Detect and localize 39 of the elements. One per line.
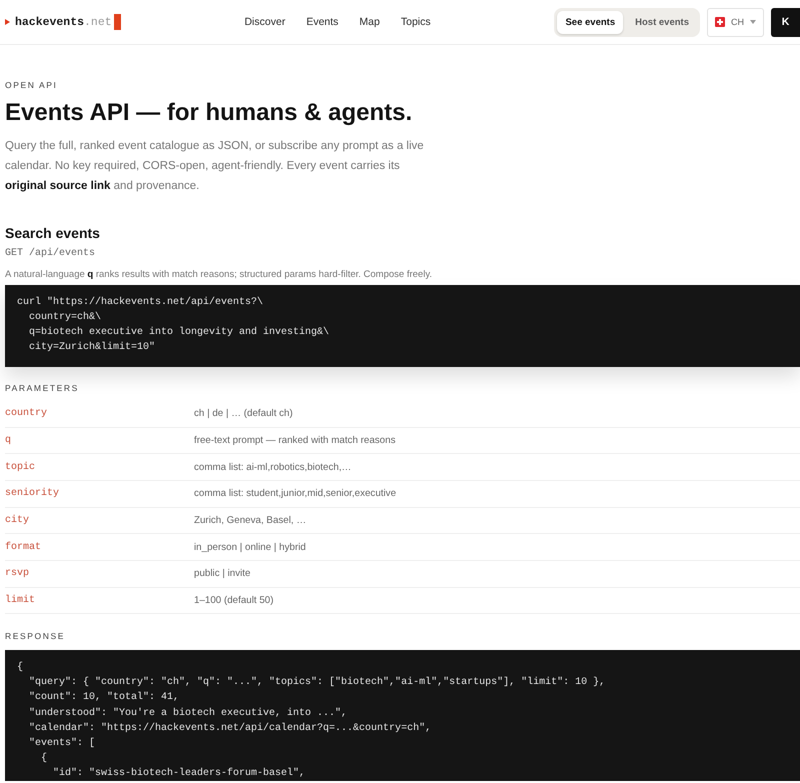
section-heading: Search events (5, 224, 101, 243)
parameter-name: country (5, 408, 48, 420)
parameter-name: q (5, 435, 12, 446)
parameters-label: PARAMETERS (5, 382, 80, 393)
page-title: Events API — for humans & agents. (5, 98, 414, 128)
parameter-description: ch | de | … (default ch) (194, 408, 294, 420)
view-toggle-option[interactable]: Host events (627, 10, 697, 34)
parameter-description: comma list: student,junior,mid,senior,executive (194, 488, 398, 500)
nav-link[interactable]: Topics (400, 16, 431, 28)
eyebrow-label: OPEN API (5, 80, 58, 90)
response-label: RESPONSE (5, 631, 66, 642)
request-code-block: curl "https://hackevents.net/api/events?\ country=ch&\ q=biotech executive into longevity and investing&\ city=Zurich&limit=10" (5, 285, 800, 367)
response-code-block: { "query": { "country": "ch", "q": "...", "topics": ["biotech","ai-ml","startups"], "limit": 10 }, "count": 10, "total": 41, "understood": "You're a biotech executive, into ...", "calendar": "https://hackevents.net/api/calendar?q=...&country=ch", "events": [ { "id": "swiss-biotech-leaders-forum-basel", (5, 650, 800, 782)
parameter-name: seniority (5, 488, 60, 500)
account-button[interactable]: K (770, 8, 800, 36)
nav-link[interactable]: Discover (244, 16, 286, 28)
parameter-name: format (5, 542, 42, 553)
intro-paragraph: Query the full, ranked event catalogue as JSON, or subscribe any prompt as a live calendar. No key required, CORS-open, agent-friendly. Every event carries its original source link and provenance. (5, 139, 425, 194)
parameter-name: topic (5, 462, 36, 473)
country-select[interactable]: CH (706, 8, 764, 36)
parameter-description: in_person | online | hybrid (194, 542, 307, 553)
nav-link[interactable]: Events (306, 16, 338, 28)
triangle-icon (5, 19, 10, 25)
view-toggle-option[interactable]: See events (557, 10, 624, 34)
swiss-flag-icon (714, 17, 725, 27)
parameter-name: city (5, 515, 30, 526)
parameter-name: limit (5, 595, 36, 606)
endpoint-path: GET /api/events (5, 247, 96, 261)
parameter-description: public | invite (194, 568, 252, 580)
parameter-description: 1–100 (default 50) (194, 595, 275, 606)
caret-icon (750, 20, 756, 24)
site-logo[interactable]: hackevents.net (5, 14, 121, 30)
parameter-name: rsvp (5, 568, 30, 580)
cursor-block-icon (114, 14, 121, 30)
parameter-description: Zurich, Geneva, Basel, … (194, 515, 308, 526)
nav-link[interactable]: Map (359, 16, 380, 28)
section-description: A natural-language q ranks results with match reasons; structured params hard-filter. Compose freely. (5, 268, 434, 282)
parameter-description: free-text prompt — ranked with match reasons (194, 435, 396, 446)
parameter-description: comma list: ai-ml,robotics,biotech,… (194, 462, 352, 473)
